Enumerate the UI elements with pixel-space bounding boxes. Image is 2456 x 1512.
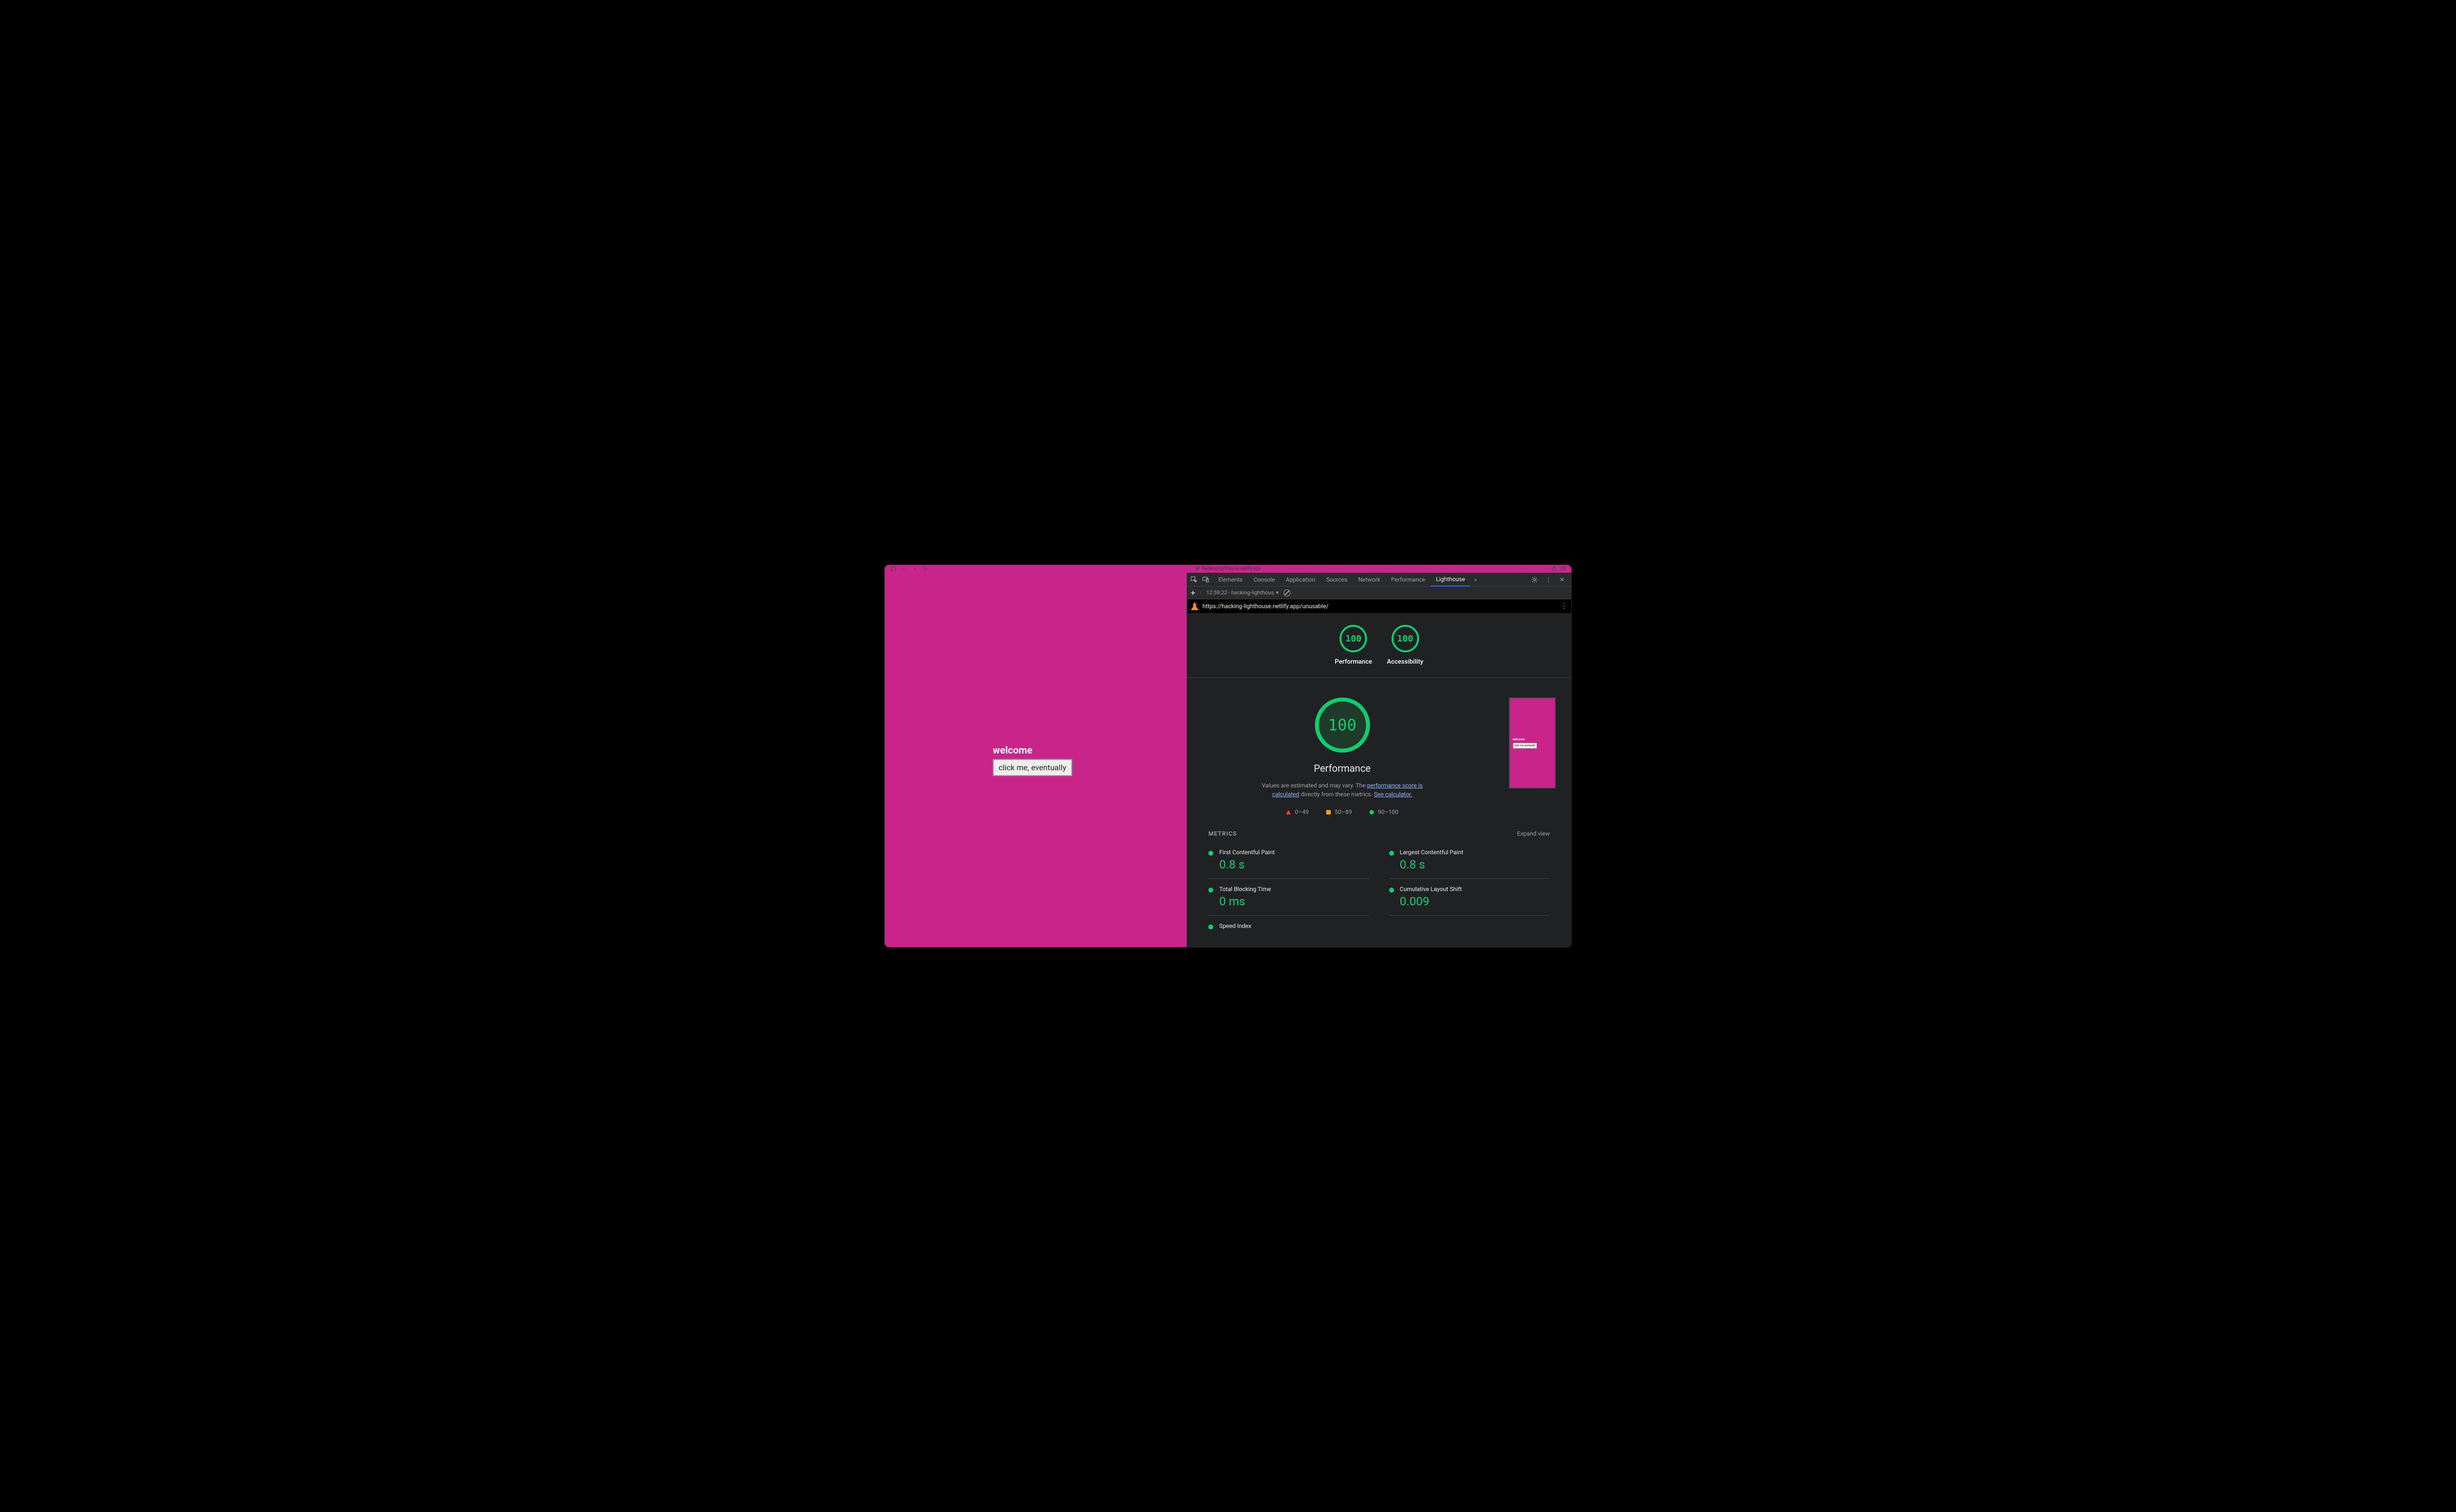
pass-dot-icon bbox=[1208, 924, 1213, 929]
device-toggle-icon[interactable] bbox=[1201, 575, 1210, 584]
metric-value: 0 ms bbox=[1219, 895, 1271, 908]
circle-icon bbox=[1369, 810, 1374, 814]
legend-pass: 90–100 bbox=[1369, 809, 1398, 815]
inspect-icon[interactable] bbox=[1190, 575, 1199, 584]
kebab-icon[interactable]: ⋮ bbox=[1544, 575, 1553, 584]
forward-icon[interactable]: › bbox=[912, 566, 917, 571]
tab-application[interactable]: Application bbox=[1281, 573, 1320, 586]
metric-lcp[interactable]: Largest Contentful Paint 0.8 s bbox=[1389, 842, 1550, 879]
thumb-heading: welcome bbox=[1513, 738, 1552, 741]
titlebar-address[interactable]: hacking-lighthouse.netlify.app bbox=[1195, 566, 1260, 571]
calculator-link[interactable]: See calculator. bbox=[1374, 791, 1412, 798]
metric-value: 0.8 s bbox=[1400, 858, 1463, 871]
thumb-button: click me, eventually bbox=[1513, 743, 1537, 749]
clear-icon[interactable] bbox=[1284, 589, 1290, 596]
chevron-down-icon: ▾ bbox=[1276, 589, 1279, 596]
metric-name: Cumulative Layout Shift bbox=[1400, 886, 1462, 893]
metric-value: 0.009 bbox=[1400, 895, 1462, 908]
report-dropdown[interactable]: 12:59:22 - hacking-lighthous ▾ bbox=[1206, 589, 1279, 596]
tab-network[interactable]: Network bbox=[1353, 573, 1385, 586]
close-devtools-icon[interactable]: ✕ bbox=[1558, 575, 1566, 584]
share-icon[interactable] bbox=[1552, 566, 1557, 571]
score-legend: 0–49 50–89 90–100 bbox=[1286, 809, 1398, 815]
triangle-icon bbox=[1286, 810, 1291, 814]
metric-name: Largest Contentful Paint bbox=[1400, 849, 1463, 856]
pass-dot-icon bbox=[1208, 851, 1213, 856]
devtools-tabbar: Elements Console Application Sources Net… bbox=[1187, 573, 1571, 587]
metric-value: 0.8 s bbox=[1219, 858, 1275, 871]
screenshot-thumbnail[interactable]: welcome click me, eventually bbox=[1509, 698, 1556, 788]
tabs-icon[interactable] bbox=[1561, 566, 1565, 571]
sidebar-toggle-icon[interactable] bbox=[891, 566, 895, 571]
expand-view-toggle[interactable]: Expand view bbox=[1517, 830, 1550, 837]
rendered-page: welcome click me, eventually bbox=[885, 573, 1187, 947]
link-icon bbox=[1195, 566, 1200, 571]
content-split: welcome click me, eventually Elements Co… bbox=[885, 573, 1571, 947]
main-gauge-column: 100 Performance Values are estimated and… bbox=[1197, 698, 1488, 815]
gauge-performance-score: 100 bbox=[1340, 625, 1367, 652]
main-gauge-section: 100 Performance Values are estimated and… bbox=[1187, 678, 1571, 825]
browser-titlebar: ‹ › ⟳ hacking-lighthouse.netlify.app bbox=[885, 565, 1571, 573]
tab-console[interactable]: Console bbox=[1249, 573, 1280, 586]
metric-cls[interactable]: Cumulative Layout Shift 0.009 bbox=[1389, 879, 1550, 916]
titlebar-nav-group: ‹ › ⟳ bbox=[891, 566, 928, 571]
legend-pass-label: 90–100 bbox=[1378, 809, 1398, 815]
lighthouse-report[interactable]: 100 Performance 100 Accessibility 100 Pe… bbox=[1187, 613, 1571, 947]
big-gauge-score: 100 bbox=[1315, 698, 1370, 753]
gauge-accessibility[interactable]: 100 Accessibility bbox=[1387, 625, 1423, 666]
metric-name: First Contentful Paint bbox=[1219, 849, 1275, 856]
app-window: ‹ › ⟳ hacking-lighthouse.netlify.app wel… bbox=[884, 564, 1572, 948]
report-urlbar: https://hacking-lighthouse.netlify.app/u… bbox=[1187, 599, 1571, 613]
gauge-performance[interactable]: 100 Performance bbox=[1335, 625, 1372, 666]
metrics-grid: First Contentful Paint 0.8 s Largest Con… bbox=[1187, 842, 1571, 947]
square-icon bbox=[1326, 810, 1331, 814]
metric-si[interactable]: Speed Index bbox=[1208, 916, 1369, 938]
pass-dot-icon bbox=[1389, 888, 1394, 893]
tab-elements[interactable]: Elements bbox=[1213, 573, 1248, 586]
report-url: https://hacking-lighthouse.netlify.app/u… bbox=[1202, 603, 1329, 610]
new-report-icon[interactable]: + bbox=[1191, 588, 1195, 597]
titlebar-hostname: hacking-lighthouse.netlify.app bbox=[1202, 566, 1260, 571]
report-menu-icon[interactable]: ⋮ bbox=[1561, 602, 1567, 610]
pass-dot-icon bbox=[1208, 888, 1213, 893]
settings-icon[interactable] bbox=[1530, 575, 1539, 584]
lighthouse-logo-icon bbox=[1191, 602, 1199, 610]
desc-text-2: directly from these metrics. bbox=[1299, 791, 1374, 798]
screenshot-thumbnail-column: welcome click me, eventually bbox=[1503, 698, 1562, 815]
tab-sources[interactable]: Sources bbox=[1321, 573, 1352, 586]
big-gauge-title: Performance bbox=[1314, 762, 1371, 774]
gauge-row: 100 Performance 100 Accessibility bbox=[1187, 613, 1571, 678]
devtools-panel: Elements Console Application Sources Net… bbox=[1187, 573, 1571, 947]
tab-lighthouse[interactable]: Lighthouse bbox=[1431, 573, 1470, 587]
metric-fcp[interactable]: First Contentful Paint 0.8 s bbox=[1208, 842, 1369, 879]
gauge-accessibility-label: Accessibility bbox=[1387, 658, 1423, 666]
titlebar-right-group bbox=[1552, 566, 1565, 571]
gauge-accessibility-score: 100 bbox=[1392, 625, 1419, 652]
gauge-description: Values are estimated and may vary. The p… bbox=[1259, 781, 1426, 799]
metric-name: Speed Index bbox=[1219, 923, 1251, 929]
page-button[interactable]: click me, eventually bbox=[993, 759, 1072, 776]
metric-name: Total Blocking Time bbox=[1219, 886, 1271, 893]
gauge-performance-label: Performance bbox=[1335, 658, 1372, 666]
legend-fail: 0–49 bbox=[1286, 809, 1309, 815]
legend-warn: 50–89 bbox=[1326, 809, 1352, 815]
report-dropdown-label: 12:59:22 - hacking-lighthous bbox=[1206, 589, 1274, 596]
tab-performance[interactable]: Performance bbox=[1386, 573, 1430, 586]
pass-dot-icon bbox=[1389, 851, 1394, 856]
metrics-header: METRICS Expand view bbox=[1187, 825, 1571, 842]
metrics-title: METRICS bbox=[1208, 830, 1237, 837]
legend-warn-label: 50–89 bbox=[1335, 809, 1352, 815]
reload-icon[interactable]: ⟳ bbox=[923, 566, 928, 571]
lighthouse-toolbar: + | 12:59:22 - hacking-lighthous ▾ bbox=[1187, 587, 1571, 599]
back-icon[interactable]: ‹ bbox=[901, 566, 906, 571]
page-heading: welcome bbox=[993, 744, 1187, 756]
more-tabs-icon[interactable]: » bbox=[1471, 575, 1480, 584]
metric-tbt[interactable]: Total Blocking Time 0 ms bbox=[1208, 879, 1369, 916]
legend-fail-label: 0–49 bbox=[1295, 809, 1309, 815]
desc-text-1: Values are estimated and may vary. The bbox=[1262, 782, 1367, 789]
